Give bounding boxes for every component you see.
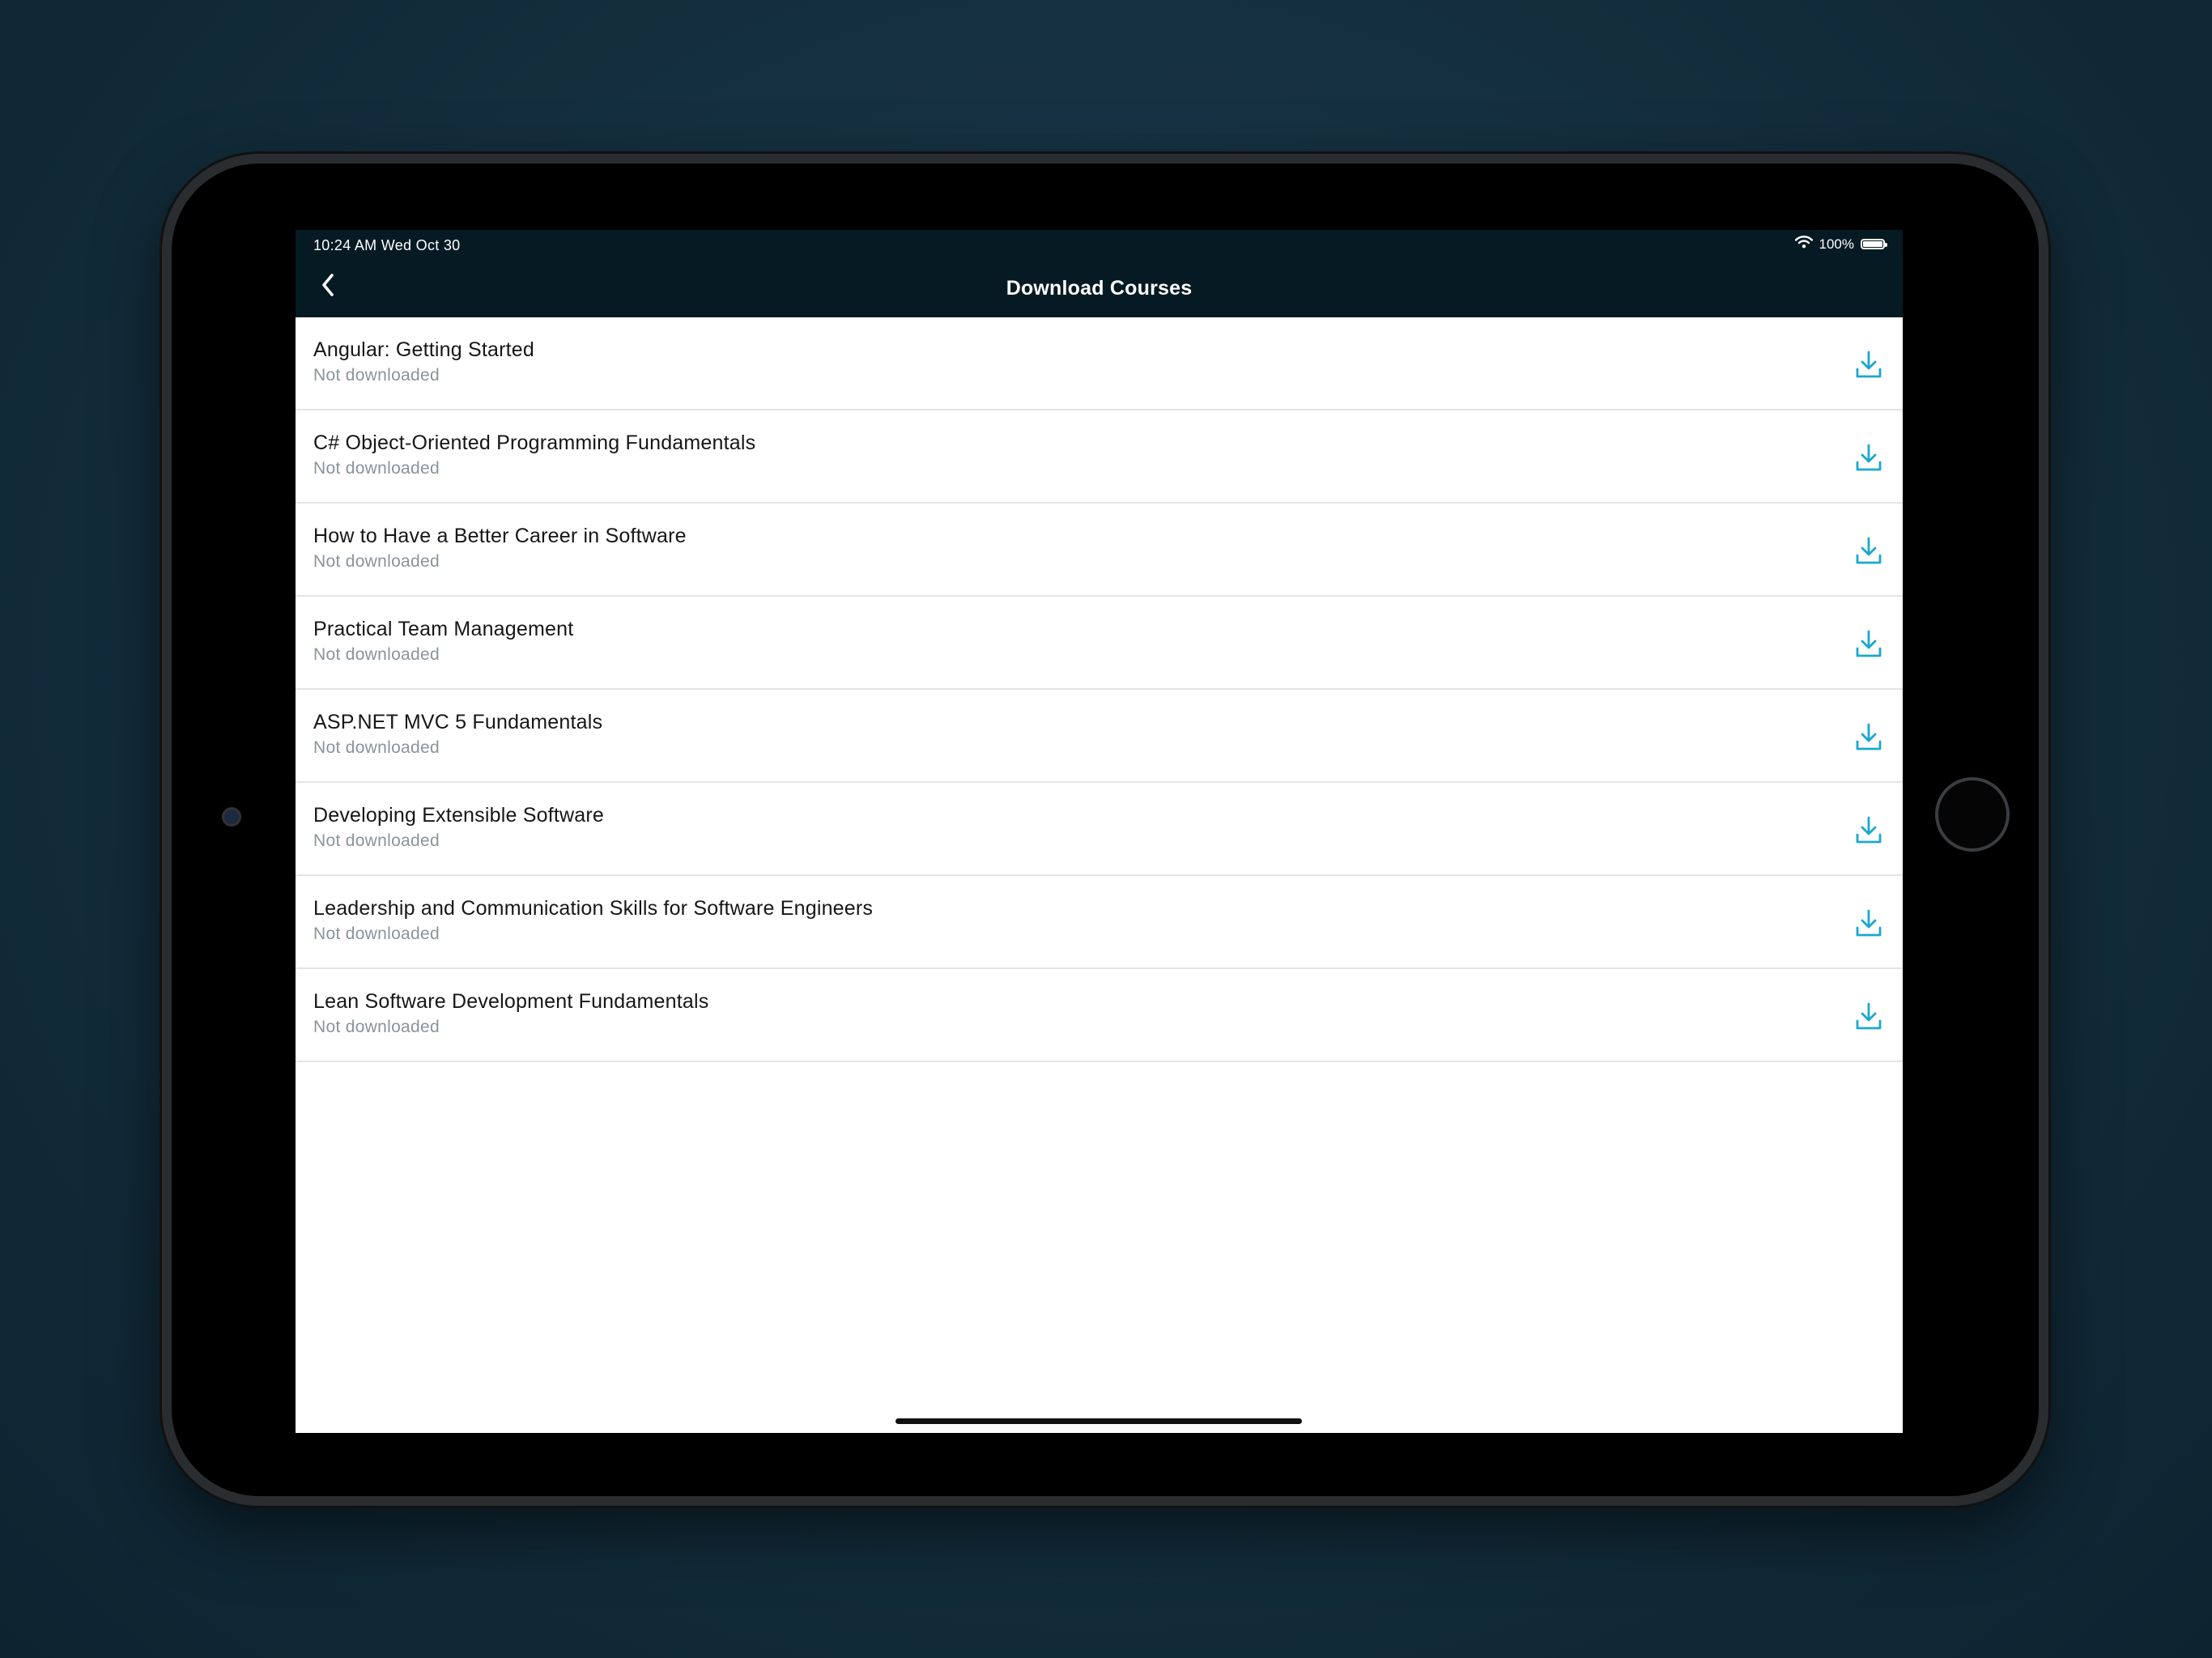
download-button[interactable] — [1853, 534, 1885, 567]
course-row[interactable]: Lean Software Development Fundamentals N… — [296, 969, 1903, 1062]
status-time-date: 10:24 AM Wed Oct 30 — [313, 237, 461, 253]
app-header: 10:24 AM Wed Oct 30 100% Download Course… — [296, 230, 1903, 317]
download-icon — [1856, 816, 1882, 844]
course-row[interactable]: Developing Extensible Software Not downl… — [296, 783, 1903, 876]
status-indicators: 100% — [1794, 236, 1887, 253]
course-status: Not downloaded — [313, 925, 440, 943]
battery-icon — [1861, 239, 1887, 249]
course-title: Practical Team Management — [313, 618, 574, 640]
wifi-icon — [1794, 236, 1813, 253]
download-button[interactable] — [1853, 627, 1885, 660]
course-status: Not downloaded — [313, 645, 440, 664]
course-status: Not downloaded — [313, 831, 440, 850]
course-status: Not downloaded — [313, 552, 440, 571]
course-title: Angular: Getting Started — [313, 338, 535, 361]
app-screen: 10:24 AM Wed Oct 30 100% Download Course… — [296, 230, 1903, 1433]
course-row[interactable]: C# Object-Oriented Programming Fundament… — [296, 410, 1903, 504]
download-icon — [1856, 909, 1882, 937]
course-status: Not downloaded — [313, 459, 440, 478]
course-row[interactable]: How to Have a Better Career in Software … — [296, 504, 1903, 597]
download-button[interactable] — [1853, 348, 1885, 380]
course-status: Not downloaded — [313, 738, 440, 757]
download-icon — [1856, 351, 1882, 378]
download-button[interactable] — [1853, 814, 1885, 846]
course-list: Angular: Getting Started Not downloaded … — [296, 317, 1903, 1062]
course-title: ASP.NET MVC 5 Fundamentals — [313, 711, 603, 733]
download-button[interactable] — [1853, 907, 1885, 939]
course-title: Lean Software Development Fundamentals — [313, 990, 709, 1013]
front-camera — [222, 807, 241, 827]
download-icon — [1856, 444, 1882, 471]
download-icon — [1856, 1002, 1882, 1030]
course-title: Developing Extensible Software — [313, 804, 604, 827]
course-row[interactable]: Angular: Getting Started Not downloaded — [296, 317, 1903, 410]
course-title: C# Object-Oriented Programming Fundament… — [313, 432, 756, 454]
download-button[interactable] — [1853, 1000, 1885, 1032]
home-button[interactable] — [1935, 777, 2010, 852]
download-icon — [1856, 537, 1882, 564]
course-title: Leadership and Communication Skills for … — [313, 897, 874, 920]
download-icon — [1856, 630, 1882, 657]
course-row[interactable]: Practical Team Management Not downloaded — [296, 597, 1903, 690]
course-title: How to Have a Better Career in Software — [313, 525, 687, 547]
download-button[interactable] — [1853, 441, 1885, 474]
course-status: Not downloaded — [313, 1018, 440, 1036]
course-status: Not downloaded — [313, 366, 440, 385]
home-indicator[interactable] — [895, 1418, 1302, 1424]
course-row[interactable]: ASP.NET MVC 5 Fundamentals Not downloade… — [296, 690, 1903, 783]
page-title: Download Courses — [1006, 277, 1193, 300]
download-button[interactable] — [1853, 721, 1885, 753]
download-icon — [1856, 723, 1882, 750]
course-row[interactable]: Leadership and Communication Skills for … — [296, 876, 1903, 969]
battery-percent: 100% — [1819, 236, 1854, 252]
